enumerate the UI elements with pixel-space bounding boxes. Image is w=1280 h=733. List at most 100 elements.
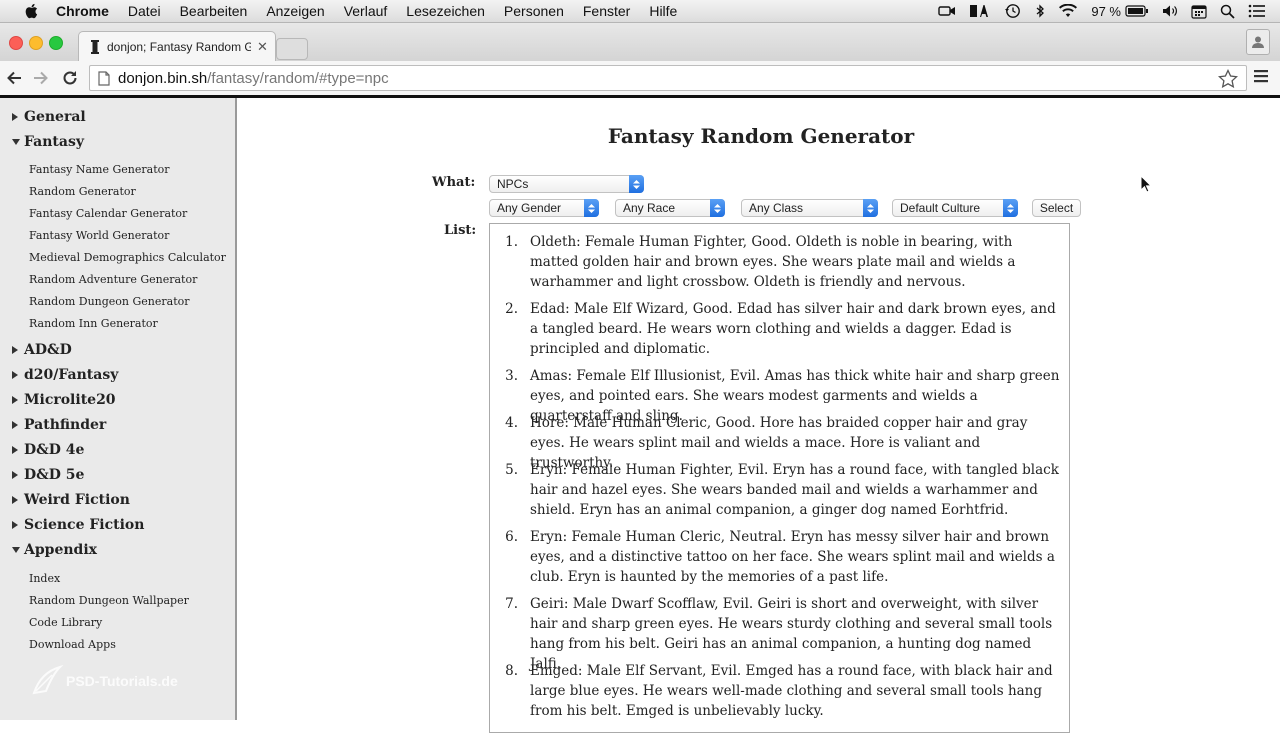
apple-icon[interactable]	[22, 1, 42, 21]
page-info-icon[interactable]	[98, 70, 110, 86]
time-machine-icon[interactable]	[1004, 3, 1022, 19]
menu-bearbeiten[interactable]: Bearbeiten	[180, 3, 248, 19]
font-book-icon[interactable]	[969, 4, 991, 18]
updown-arrows-icon	[584, 199, 599, 217]
bluetooth-icon[interactable]	[1035, 4, 1045, 18]
menu-hilfe[interactable]: Hilfe	[649, 3, 677, 19]
caret-down-icon	[12, 139, 24, 145]
what-select[interactable]: NPCs	[489, 175, 644, 193]
menu-personen[interactable]: Personen	[504, 3, 564, 19]
bookmark-star-icon[interactable]	[1217, 68, 1239, 92]
calendar-icon[interactable]	[1191, 4, 1207, 19]
menu-verlauf[interactable]: Verlauf	[344, 3, 388, 19]
caret-right-icon	[12, 446, 24, 454]
wifi-icon[interactable]	[1058, 4, 1078, 18]
class-select[interactable]: Any Class	[741, 199, 878, 217]
notification-center-icon[interactable]	[1248, 4, 1266, 18]
camera-icon[interactable]	[938, 5, 956, 17]
select-button[interactable]: Select	[1032, 199, 1081, 217]
list-item-text: Emged: Male Elf Servant, Evil. Emged has…	[530, 663, 1053, 719]
sidebar-item-random-inn-generator[interactable]: Random Inn Generator	[29, 317, 158, 330]
list-item-number: 3.	[505, 368, 518, 384]
new-tab-button[interactable]	[276, 38, 308, 60]
sidebar-item-random-adventure-generator[interactable]: Random Adventure Generator	[29, 273, 197, 286]
caret-right-icon	[12, 521, 24, 529]
forward-arrow-icon[interactable]	[31, 68, 51, 88]
sidebar-section-dnd-5e[interactable]: D&D 5e	[12, 467, 84, 483]
sidebar-section-pathfinder[interactable]: Pathfinder	[12, 417, 106, 433]
updown-arrows-icon	[710, 199, 725, 217]
battery-icon[interactable]	[1125, 5, 1149, 17]
menu-lesezeichen[interactable]: Lesezeichen	[406, 3, 485, 19]
zoom-window-button[interactable]	[49, 36, 63, 50]
caret-right-icon	[12, 346, 24, 354]
back-arrow-icon[interactable]	[4, 68, 24, 88]
sidebar-item-fantasy-world-generator[interactable]: Fantasy World Generator	[29, 229, 169, 242]
list-item-text: Oldeth: Female Human Fighter, Good. Olde…	[530, 234, 1016, 290]
npc-list: 1. Oldeth: Female Human Fighter, Good. O…	[489, 223, 1070, 733]
sidebar-section-dnd-4e[interactable]: D&D 4e	[12, 442, 84, 458]
battery-percent: 97 %	[1091, 3, 1121, 19]
sidebar-section-microlite20[interactable]: Microlite20	[12, 392, 116, 408]
sidebar-section-general[interactable]: General	[12, 109, 86, 125]
sidebar-item-random-dungeon-wallpaper[interactable]: Random Dungeon Wallpaper	[29, 594, 189, 607]
reload-icon[interactable]	[60, 68, 80, 88]
updown-arrows-icon	[863, 199, 878, 217]
donjon-favicon-icon	[89, 40, 101, 54]
caret-right-icon	[12, 113, 24, 121]
sidebar-section-d20-fantasy[interactable]: d20/Fantasy	[12, 367, 118, 383]
list-item-number: 7.	[505, 596, 518, 612]
tab-title: donjon; Fantasy Random G	[107, 40, 251, 54]
feather-logo-icon	[32, 665, 64, 695]
sidebar-item-medieval-demographics-calculator[interactable]: Medieval Demographics Calculator	[29, 251, 226, 264]
list-item-text: Eryn: Female Human Cleric, Neutral. Eryn…	[530, 529, 1055, 585]
list-item-number: 8.	[505, 663, 518, 679]
menu-fenster[interactable]: Fenster	[583, 3, 630, 19]
sidebar-item-fantasy-name-generator[interactable]: Fantasy Name Generator	[29, 163, 170, 176]
menu-app-name[interactable]: Chrome	[56, 3, 109, 19]
sidebar-item-index[interactable]: Index	[29, 572, 60, 585]
culture-select-value: Default Culture	[900, 201, 981, 215]
list-item-number: 5.	[505, 462, 518, 478]
gender-select[interactable]: Any Gender	[489, 199, 599, 217]
address-bar[interactable]: donjon.bin.sh/fantasy/random/#type=npc	[89, 65, 1247, 91]
sidebar-section-science-fiction[interactable]: Science Fiction	[12, 517, 144, 533]
volume-icon[interactable]	[1162, 4, 1178, 18]
sidebar-item-random-generator[interactable]: Random Generator	[29, 185, 136, 198]
sidebar-section-add[interactable]: AD&D	[12, 342, 72, 358]
mouse-cursor-icon	[1140, 174, 1153, 198]
browser-menu-icon[interactable]	[1254, 69, 1268, 88]
url-host: donjon.bin.sh	[118, 69, 208, 87]
sidebar-section-label: D&D 4e	[24, 442, 85, 458]
menu-datei[interactable]: Datei	[128, 3, 161, 19]
sidebar-section-label: AD&D	[24, 342, 72, 358]
updown-arrows-icon	[1003, 199, 1018, 217]
caret-right-icon	[12, 421, 24, 429]
updown-arrows-icon	[629, 175, 644, 193]
close-tab-icon[interactable]: ✕	[257, 39, 268, 55]
class-select-value: Any Class	[749, 201, 804, 215]
sidebar-item-download-apps[interactable]: Download Apps	[29, 638, 116, 651]
menu-anzeigen[interactable]: Anzeigen	[266, 3, 324, 19]
sidebar-item-random-dungeon-generator[interactable]: Random Dungeon Generator	[29, 295, 190, 308]
minimize-window-button[interactable]	[29, 36, 43, 50]
sidebar-item-fantasy-calendar-generator[interactable]: Fantasy Calendar Generator	[29, 207, 187, 220]
watermark-logo: PSD-Tutorials.de	[30, 665, 178, 697]
race-select[interactable]: Any Race	[615, 199, 725, 217]
sidebar-section-label: d20/Fantasy	[24, 367, 119, 383]
caret-right-icon	[12, 496, 24, 504]
browser-tab-active[interactable]: donjon; Fantasy Random G ✕	[78, 31, 276, 62]
profile-icon[interactable]	[1246, 29, 1270, 55]
sidebar-section-weird-fiction[interactable]: Weird Fiction	[12, 492, 130, 508]
sidebar-section-label: Science Fiction	[24, 517, 145, 533]
url-path: /fantasy/random/#type=npc	[207, 69, 389, 87]
culture-select[interactable]: Default Culture	[892, 199, 1018, 217]
sidebar-item-code-library[interactable]: Code Library	[29, 616, 102, 629]
close-window-button[interactable]	[9, 36, 23, 50]
what-label: What:	[432, 175, 476, 190]
list-item-text: Edad: Male Elf Wizard, Good. Edad has si…	[530, 301, 1056, 357]
sidebar-section-label: Appendix	[24, 542, 97, 558]
spotlight-search-icon[interactable]	[1220, 4, 1235, 19]
sidebar-section-fantasy[interactable]: Fantasy	[12, 134, 84, 150]
sidebar-section-appendix[interactable]: Appendix	[12, 542, 97, 558]
